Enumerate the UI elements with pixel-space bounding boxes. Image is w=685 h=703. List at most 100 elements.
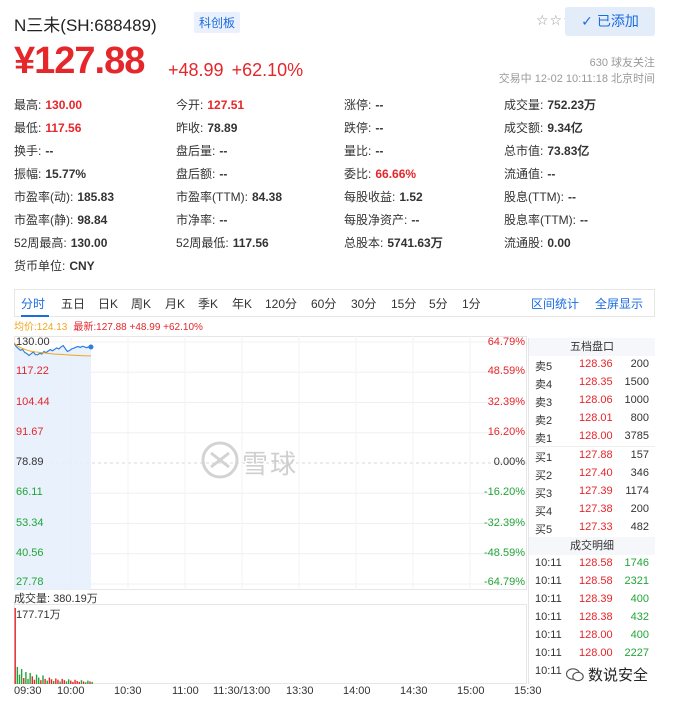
- trade-status-time: 交易中 12-02 10:11:18 北京时间: [498, 73, 655, 85]
- quote-label: 股息率(TTM):: [504, 213, 576, 227]
- tab-6[interactable]: 年K: [232, 295, 252, 312]
- trade-row[interactable]: 10:11 128.58 1746: [529, 555, 655, 573]
- orderbook-row[interactable]: 买2 127.40 346: [529, 465, 655, 483]
- trade-row[interactable]: 10:11 128.58 2321: [529, 573, 655, 591]
- orderbook-row[interactable]: 卖1 128.00 3785: [529, 428, 655, 446]
- orderbook-row[interactable]: 买4 127.38 200: [529, 501, 655, 519]
- quote-value: 98.84: [77, 213, 108, 227]
- stock-name: N三未(SH:688489): [14, 16, 157, 35]
- y-axis-right-label: -64.79%: [484, 576, 525, 588]
- order-side: 卖2: [535, 415, 553, 427]
- quote-value: 185.83: [77, 190, 115, 204]
- y-axis-left-label: 40.56: [16, 546, 44, 559]
- quote-cell: 换手: --: [14, 142, 53, 159]
- volume-bar: [59, 681, 61, 684]
- tab-10[interactable]: 15分: [391, 295, 416, 312]
- trade-time: 10:11: [535, 593, 562, 605]
- quote-label: 每股净资产:: [344, 213, 408, 227]
- trade-price: 128.38: [579, 611, 613, 623]
- volume-bar: [70, 680, 72, 684]
- orderbook-row[interactable]: 卖3 128.06 1000: [529, 392, 655, 410]
- quote-row: 市盈率(静): 98.84 市净率: -- 每股净资产: -- 股息率(TTM): --: [14, 211, 654, 234]
- volume-bar: [76, 681, 78, 684]
- order-price: 127.33: [579, 521, 613, 533]
- order-side: 卖3: [535, 397, 553, 409]
- volume-bar: [27, 678, 29, 684]
- volume-bar: [35, 674, 38, 684]
- volume-bar: [25, 672, 27, 684]
- chart-period-tabs: 分时 五日 日K 周K 月K 季K 年K 120分 60分 30分 15分 5分 1分 区间统计 全屏显示: [14, 289, 655, 317]
- quote-label: 盘后额:: [176, 167, 216, 181]
- orderbook-row[interactable]: 卖5 128.36 200: [529, 356, 655, 374]
- board-tag[interactable]: 科创板: [194, 12, 241, 33]
- chart-info-line: 均价:124.13 最新:127.88 +48.99 +62.10%: [14, 318, 203, 333]
- added-watchlist-button[interactable]: ✓ 已添加: [565, 7, 655, 36]
- quote-cell: 跌停: --: [344, 119, 383, 136]
- avg-price-label: 均价:124.13: [14, 322, 68, 333]
- order-side: 卖4: [535, 379, 553, 391]
- y-axis-right-label: 48.59%: [487, 365, 525, 378]
- tab-5[interactable]: 季K: [198, 295, 218, 312]
- volume-bar: [33, 679, 36, 684]
- y-axis-right-label: 16.20%: [487, 425, 525, 438]
- orderbook-row[interactable]: 买3 127.39 1174: [529, 483, 655, 501]
- quote-label: 换手:: [14, 144, 42, 158]
- tab-0[interactable]: 分时: [21, 295, 45, 312]
- quote-value: 117.56: [232, 236, 269, 250]
- fullscreen-button[interactable]: 全屏显示: [595, 295, 643, 312]
- order-qty: 200: [630, 358, 649, 370]
- order-qty: 482: [630, 521, 649, 533]
- tab-9[interactable]: 30分: [351, 295, 376, 312]
- y-axis-left-label: 66.11: [16, 486, 43, 499]
- quote-label: 52周最高:: [14, 236, 67, 250]
- tab-8[interactable]: 60分: [311, 295, 336, 312]
- trade-row[interactable]: 10:11 128.39 400: [529, 591, 655, 609]
- trade-row[interactable]: 10:11 128.00 2227: [529, 645, 655, 663]
- quote-label: 总市值:: [504, 144, 544, 158]
- trade-price: 128.00: [579, 629, 613, 641]
- volume-bar: [16, 666, 19, 684]
- tab-3[interactable]: 周K: [131, 295, 151, 312]
- y-axis-left-label: 130.00: [16, 336, 50, 348]
- order-qty: 1174: [625, 485, 649, 497]
- orderbook-row[interactable]: 卖4 128.35 1500: [529, 374, 655, 392]
- latest-point: [88, 344, 94, 350]
- tab-11[interactable]: 5分: [429, 295, 448, 312]
- quote-label: 成交额:: [504, 121, 544, 135]
- time-tick: 14:30: [400, 685, 428, 697]
- quote-value: --: [375, 144, 384, 158]
- orderbook-row[interactable]: 买1 127.88 157: [529, 447, 655, 465]
- volume-bar: [67, 679, 70, 684]
- orderbook-row[interactable]: 卖2 128.01 800: [529, 410, 655, 428]
- time-tick: 10:30: [114, 685, 142, 697]
- order-price: 127.38: [579, 503, 613, 515]
- order-qty: 157: [630, 449, 649, 461]
- volume-bar: [89, 681, 91, 684]
- stock-header: N三未(SH:688489) 科创板 ☆☆☆ ✓ 已添加: [14, 7, 655, 36]
- trade-row[interactable]: 10:11 128.00 400: [529, 627, 655, 645]
- quote-cell: 每股净资产: --: [344, 211, 419, 228]
- orderbook-row[interactable]: 买5 127.33 482: [529, 519, 655, 537]
- quote-value: --: [579, 213, 588, 227]
- quote-row: 市盈率(动): 185.83 市盈率(TTM): 84.38 每股收益: 1.52 股息(T…: [14, 188, 654, 211]
- tab-1[interactable]: 五日: [61, 295, 85, 312]
- volume-bar: [72, 681, 74, 684]
- volume-bar: [78, 681, 81, 684]
- trade-row[interactable]: 10:11 128.38 432: [529, 609, 655, 627]
- quote-label: 振幅:: [14, 167, 42, 181]
- tab-12[interactable]: 1分: [462, 295, 481, 312]
- volume-bar: [29, 672, 31, 684]
- quote-cell: 市净率: --: [176, 211, 227, 228]
- quote-cell: 成交量: 752.23万: [504, 96, 596, 113]
- followers-count[interactable]: 630 球友关注: [590, 54, 655, 70]
- range-stats-button[interactable]: 区间统计: [531, 295, 579, 312]
- quote-cell: 昨收: 78.89: [176, 119, 237, 136]
- quote-value: --: [219, 213, 228, 227]
- quote-value: 127.51: [207, 98, 245, 112]
- tab-2[interactable]: 日K: [98, 295, 118, 312]
- volume-chart[interactable]: 177.71万: [14, 604, 527, 684]
- tab-4[interactable]: 月K: [165, 295, 185, 312]
- tab-7[interactable]: 120分: [265, 295, 297, 312]
- trade-qty: 400: [630, 629, 649, 641]
- time-tick: 13:30: [286, 685, 314, 697]
